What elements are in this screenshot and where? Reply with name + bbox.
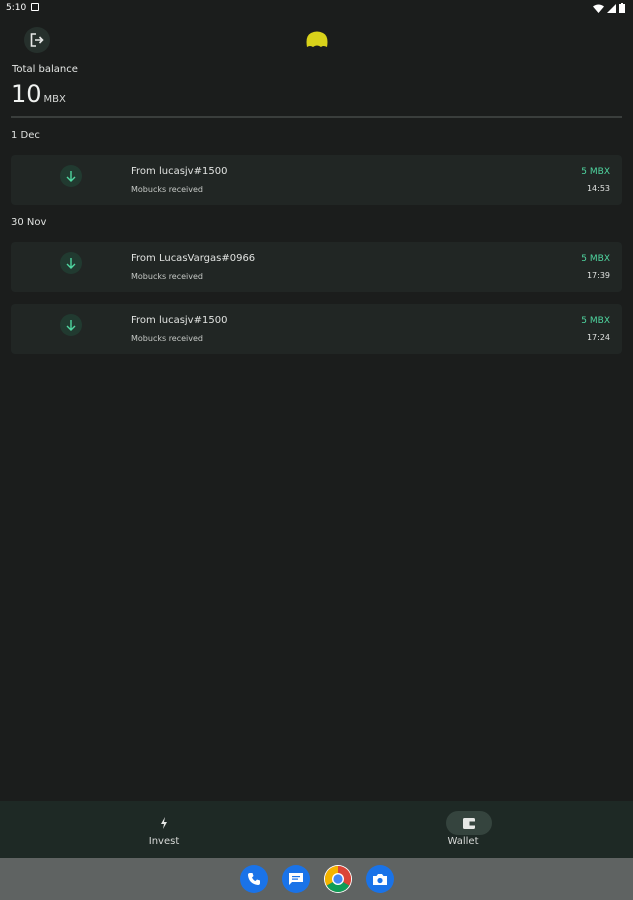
arrow-down-icon bbox=[66, 257, 76, 269]
chrome-app[interactable] bbox=[324, 865, 352, 893]
nav-item-wallet[interactable]: Wallet bbox=[317, 801, 633, 858]
battery-icon bbox=[619, 3, 625, 13]
notification-icon bbox=[31, 3, 39, 11]
transaction-item[interactable]: From lucasjv#1500 Mobucks received 5 MBX… bbox=[11, 155, 622, 205]
transaction-amount: 5 MBX bbox=[581, 254, 610, 264]
nav-wallet-label: Wallet bbox=[447, 836, 479, 847]
transaction-title: From lucasjv#1500 bbox=[131, 166, 228, 177]
date-header: 30 Nov bbox=[11, 217, 47, 228]
transaction-amount: 5 MBX bbox=[581, 167, 610, 177]
nav-invest-icon-wrap bbox=[144, 811, 184, 835]
transaction-subtitle: Mobucks received bbox=[131, 185, 203, 194]
camera-app[interactable] bbox=[366, 865, 394, 893]
status-icons bbox=[593, 3, 625, 13]
system-dock bbox=[0, 858, 633, 900]
transaction-subtitle: Mobucks received bbox=[131, 272, 203, 281]
transaction-item[interactable]: From lucasjv#1500 Mobucks received 5 MBX… bbox=[11, 304, 622, 354]
status-time: 5:10 bbox=[6, 3, 27, 13]
nav-invest-label: Invest bbox=[148, 836, 180, 847]
balance-display: 10 MBX bbox=[11, 80, 66, 108]
received-icon bbox=[60, 165, 82, 187]
balance-unit: MBX bbox=[43, 94, 66, 105]
divider bbox=[11, 116, 622, 118]
logout-icon bbox=[30, 33, 44, 47]
transaction-time: 17:39 bbox=[586, 271, 610, 280]
bolt-icon bbox=[161, 817, 167, 829]
balance-value: 10 bbox=[11, 80, 42, 108]
status-bar: 5:10 bbox=[0, 0, 633, 18]
received-icon bbox=[60, 252, 82, 274]
arrow-down-icon bbox=[66, 170, 76, 182]
app-logo-icon bbox=[306, 31, 328, 47]
total-balance-label: Total balance bbox=[12, 64, 78, 75]
transaction-amount: 5 MBX bbox=[581, 316, 610, 326]
arrow-down-icon bbox=[66, 319, 76, 331]
transaction-time: 14:53 bbox=[586, 184, 610, 193]
bottom-navigation: Invest Wallet bbox=[0, 801, 633, 858]
messages-app[interactable] bbox=[282, 865, 310, 893]
phone-app[interactable] bbox=[240, 865, 268, 893]
messages-icon bbox=[289, 873, 303, 885]
chrome-icon bbox=[324, 865, 352, 893]
wallet-icon bbox=[463, 817, 475, 829]
camera-icon bbox=[373, 873, 387, 885]
received-icon bbox=[60, 314, 82, 336]
date-header: 1 Dec bbox=[11, 130, 40, 141]
nav-item-invest[interactable]: Invest bbox=[6, 801, 322, 858]
wifi-icon bbox=[593, 4, 604, 13]
transaction-subtitle: Mobucks received bbox=[131, 334, 203, 343]
phone-icon bbox=[248, 873, 260, 885]
transaction-time: 17:24 bbox=[586, 333, 610, 342]
signal-icon bbox=[607, 3, 616, 13]
transaction-item[interactable]: From LucasVargas#0966 Mobucks received 5… bbox=[11, 242, 622, 292]
nav-wallet-icon-wrap bbox=[446, 811, 492, 835]
transaction-title: From lucasjv#1500 bbox=[131, 315, 228, 326]
transaction-title: From LucasVargas#0966 bbox=[131, 253, 256, 264]
logout-button[interactable] bbox=[24, 27, 50, 53]
